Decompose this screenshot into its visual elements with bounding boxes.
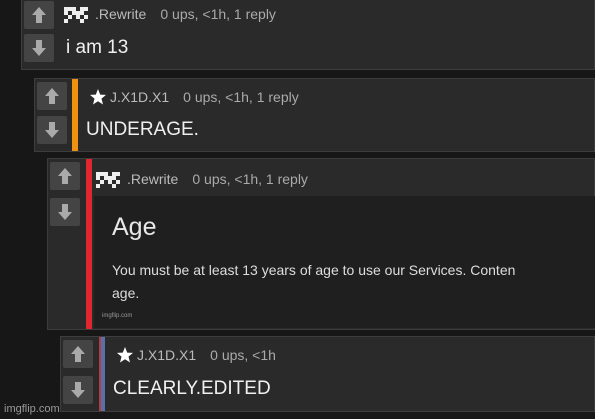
arrow-down-icon xyxy=(58,204,72,220)
comment-4: J.X1D.X1 0 ups, <1h CLEARLY.EDITED xyxy=(60,336,595,412)
comment-meta: 0 ups, <1h xyxy=(210,347,276,363)
embed-watermark: imgflip.com xyxy=(102,313,133,319)
downvote-button[interactable] xyxy=(50,198,80,226)
comment-text: CLEARLY.EDITED xyxy=(113,378,271,399)
comment-2: J.X1D.X1 0 ups, <1h, 1 reply UNDERAGE. xyxy=(34,78,595,152)
pixel-avatar-icon xyxy=(64,5,92,23)
arrow-down-icon xyxy=(71,382,85,398)
comment-meta: 0 ups, <1h, 1 reply xyxy=(183,89,299,105)
upvote-button[interactable] xyxy=(63,340,93,368)
downvote-button[interactable] xyxy=(24,34,54,62)
username[interactable]: J.X1D.X1 xyxy=(110,89,169,105)
upvote-button[interactable] xyxy=(50,162,80,190)
reply-accent-bar xyxy=(72,79,78,151)
arrow-down-icon xyxy=(32,40,46,56)
comment-meta: 0 ups, <1h, 1 reply xyxy=(192,171,308,187)
pixel-avatar-icon xyxy=(96,170,124,188)
downvote-button[interactable] xyxy=(63,376,93,404)
embed-text: You must be at least 13 years of age to … xyxy=(112,259,515,305)
embed-text-line-2: age. xyxy=(112,285,140,301)
embedded-image[interactable]: Age You must be at least 13 years of age… xyxy=(94,196,595,328)
arrow-down-icon xyxy=(45,122,59,138)
username[interactable]: .Rewrite xyxy=(127,171,178,187)
arrow-up-icon xyxy=(32,7,46,23)
comment-text: i am 13 xyxy=(66,37,129,58)
arrow-up-icon xyxy=(45,88,59,104)
reply-accent-bar xyxy=(99,337,105,411)
upvote-button[interactable] xyxy=(24,1,54,29)
reply-accent-bar xyxy=(86,159,92,329)
comment-1: .Rewrite 0 ups, <1h, 1 reply i am 13 xyxy=(21,0,595,70)
star-icon xyxy=(116,346,134,364)
comment-meta: 0 ups, <1h, 1 reply xyxy=(160,6,276,22)
username[interactable]: .Rewrite xyxy=(95,6,146,22)
site-watermark: imgflip.com xyxy=(4,403,60,415)
star-icon xyxy=(89,88,107,106)
downvote-button[interactable] xyxy=(37,116,67,144)
embed-title: Age xyxy=(112,213,157,241)
comment-text: UNDERAGE. xyxy=(86,119,199,140)
embed-text-line-1: You must be at least 13 years of age to … xyxy=(112,262,516,278)
username[interactable]: J.X1D.X1 xyxy=(137,347,196,363)
upvote-button[interactable] xyxy=(37,82,67,110)
arrow-up-icon xyxy=(58,168,72,184)
arrow-up-icon xyxy=(71,346,85,362)
